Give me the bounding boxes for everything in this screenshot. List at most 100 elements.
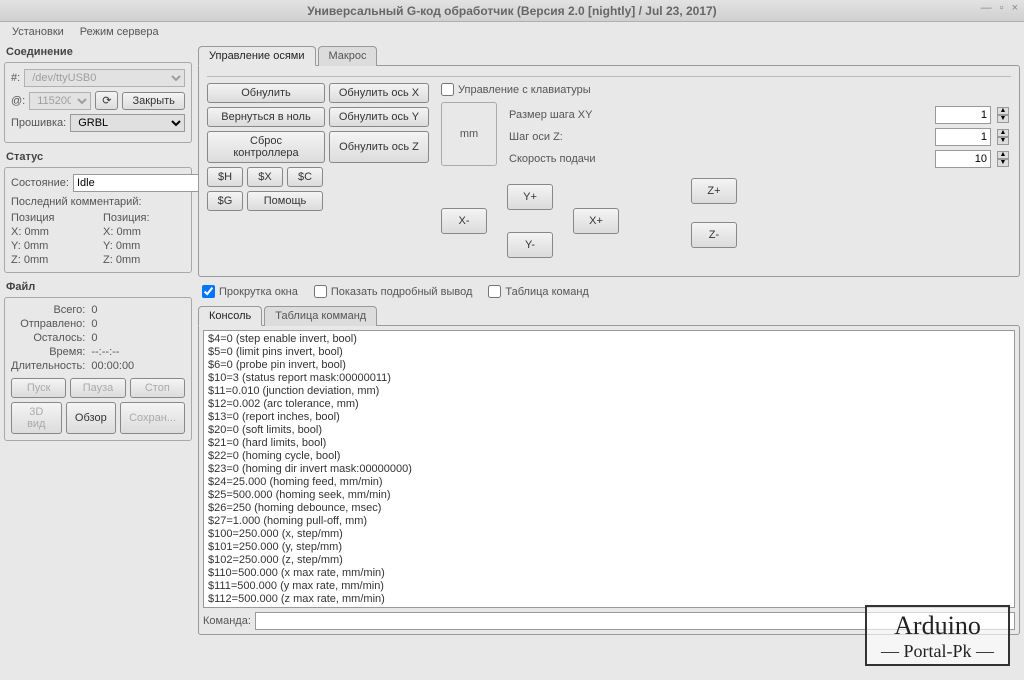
stepxy-input[interactable] <box>935 106 991 124</box>
console-line: $23=0 (homing dir invert mask:00000000) <box>208 463 1010 476</box>
total-value: 0 <box>91 304 134 316</box>
duration-value: 00:00:00 <box>91 360 134 372</box>
time-label: Время: <box>11 346 85 358</box>
console-line: $100=250.000 (x, step/mm) <box>208 528 1010 541</box>
close-connection-button[interactable]: Закрыть <box>122 92 185 110</box>
console-line: $24=25.000 (homing feed, mm/min) <box>208 476 1010 489</box>
zero-z-button[interactable]: Обнулить ось Z <box>329 131 429 163</box>
file-title: Файл <box>6 281 192 293</box>
pos-y1: Y: 0mm <box>11 240 93 252</box>
port-label: #: <box>11 72 20 84</box>
lastcomment-label: Последний комментарий: <box>11 196 185 208</box>
titlebar: Универсальный G-код обработчик (Версия 2… <box>0 0 1024 22</box>
run-button[interactable]: Пуск <box>11 378 66 398</box>
console-line: $13=0 (report inches, bool) <box>208 411 1010 424</box>
console-line: $5=0 (limit pins invert, bool) <box>208 346 1010 359</box>
menu-server[interactable]: Режим сервера <box>74 24 165 40</box>
console-line: $102=250.000 (z, step/mm) <box>208 554 1010 567</box>
stepz-spinner[interactable]: ▲▼ <box>997 129 1011 145</box>
tab-axes[interactable]: Управление осями <box>198 46 316 66</box>
console-line: $110=500.000 (x max rate, mm/min) <box>208 567 1010 580</box>
console-line: $11=0.010 (junction deviation, mm) <box>208 385 1010 398</box>
tab-console[interactable]: Консоль <box>198 306 262 326</box>
pos2-header: Позиция: <box>103 212 185 224</box>
feed-input[interactable] <box>935 150 991 168</box>
menu-settings[interactable]: Установки <box>6 24 70 40</box>
home-button[interactable]: Вернуться в ноль <box>207 107 325 127</box>
keyboard-checkbox[interactable]: Управление с клавиатуры <box>441 83 1011 96</box>
axes-panel: Обнулить Обнулить ось X Вернуться в ноль… <box>198 65 1020 277</box>
command-label: Команда: <box>203 615 251 627</box>
console-line: $21=0 (hard limits, bool) <box>208 437 1010 450</box>
firmware-label: Прошивка: <box>11 117 66 129</box>
x-minus-button[interactable]: X- <box>441 208 487 234</box>
help-button[interactable]: Помощь <box>247 191 323 211</box>
reset-button[interactable]: Сброс контроллера <box>207 131 325 163</box>
stepxy-label: Размер шага XY <box>509 109 589 121</box>
console-line: $27=1.000 (homing pull-off, mm) <box>208 515 1010 528</box>
maximize-icon[interactable]: ▫ <box>1000 2 1004 14</box>
pos-z1: Z: 0mm <box>11 254 93 266</box>
browse-button[interactable]: Обзор <box>66 402 117 434</box>
zero-x-button[interactable]: Обнулить ось X <box>329 83 429 103</box>
cmdtable-checkbox[interactable]: Таблица команд <box>488 285 588 298</box>
dollar-g-button[interactable]: $G <box>207 191 243 211</box>
window-title: Универсальный G-код обработчик (Версия 2… <box>307 4 716 18</box>
stepz-input[interactable] <box>935 128 991 146</box>
verbose-checkbox[interactable]: Показать подробный вывод <box>314 285 473 298</box>
console-line: $6=0 (probe pin invert, bool) <box>208 359 1010 372</box>
dollar-h-button[interactable]: $H <box>207 167 243 187</box>
console-line: $111=500.000 (y max rate, mm/min) <box>208 580 1010 593</box>
tab-commandtable[interactable]: Таблица комманд <box>264 306 377 326</box>
zero-button[interactable]: Обнулить <box>207 83 325 103</box>
z-minus-button[interactable]: Z- <box>691 222 737 248</box>
pause-button[interactable]: Пауза <box>70 378 125 398</box>
state-label: Состояние: <box>11 177 69 189</box>
console-line: $4=0 (step enable invert, bool) <box>208 333 1010 346</box>
pos-z2: Z: 0mm <box>103 254 185 266</box>
watermark: Arduino Portal-Pk <box>865 605 1010 666</box>
console-line: $26=250 (homing debounce, msec) <box>208 502 1010 515</box>
console-line: $10=3 (status report mask:00000011) <box>208 372 1010 385</box>
baud-select[interactable]: 115200 <box>29 92 91 110</box>
connection-panel: #: /dev/ttyUSB0 @: 115200 ⟳ Закрыть Прош… <box>4 62 192 143</box>
console-panel: $4=0 (step enable invert, bool)$5=0 (lim… <box>198 325 1020 635</box>
z-plus-button[interactable]: Z+ <box>691 178 737 204</box>
close-icon[interactable]: × <box>1012 2 1018 14</box>
3dview-button[interactable]: 3D вид <box>11 402 62 434</box>
save-button[interactable]: Сохран... <box>120 402 185 434</box>
file-panel: Всего:0 Отправлено:0 Осталось:0 Время:--… <box>4 297 192 441</box>
remain-label: Осталось: <box>11 332 85 344</box>
duration-label: Длительность: <box>11 360 85 372</box>
minimize-icon[interactable]: — <box>981 2 992 14</box>
units-box[interactable]: mm <box>441 102 497 166</box>
pos-x2: X: 0mm <box>103 226 185 238</box>
dollar-x-button[interactable]: $X <box>247 167 283 187</box>
console-line: $12=0.002 (arc tolerance, mm) <box>208 398 1010 411</box>
status-title: Статус <box>6 151 192 163</box>
console-line: $22=0 (homing cycle, bool) <box>208 450 1010 463</box>
feed-spinner[interactable]: ▲▼ <box>997 151 1011 167</box>
stepz-label: Шаг оси Z: <box>509 131 589 143</box>
y-plus-button[interactable]: Y+ <box>507 184 553 210</box>
pos1-header: Позиция <box>11 212 93 224</box>
console-line: $25=500.000 (homing seek, mm/min) <box>208 489 1010 502</box>
firmware-select[interactable]: GRBL <box>70 114 185 132</box>
stop-button[interactable]: Стоп <box>130 378 185 398</box>
x-plus-button[interactable]: X+ <box>573 208 619 234</box>
menubar: Установки Режим сервера <box>0 22 1024 42</box>
watermark-line1: Arduino <box>881 611 994 641</box>
scroll-checkbox[interactable]: Прокрутка окна <box>202 285 298 298</box>
refresh-button[interactable]: ⟳ <box>95 91 118 110</box>
zero-y-button[interactable]: Обнулить ось Y <box>329 107 429 127</box>
stepxy-spinner[interactable]: ▲▼ <box>997 107 1011 123</box>
console-line: $101=250.000 (y, step/mm) <box>208 541 1010 554</box>
tab-macro[interactable]: Макрос <box>318 46 378 66</box>
console-output[interactable]: $4=0 (step enable invert, bool)$5=0 (lim… <box>203 330 1015 608</box>
dollar-c-button[interactable]: $C <box>287 167 323 187</box>
pos-y2: Y: 0mm <box>103 240 185 252</box>
y-minus-button[interactable]: Y- <box>507 232 553 258</box>
total-label: Всего: <box>11 304 85 316</box>
time-value: --:--:-- <box>91 346 134 358</box>
port-select[interactable]: /dev/ttyUSB0 <box>24 69 185 87</box>
